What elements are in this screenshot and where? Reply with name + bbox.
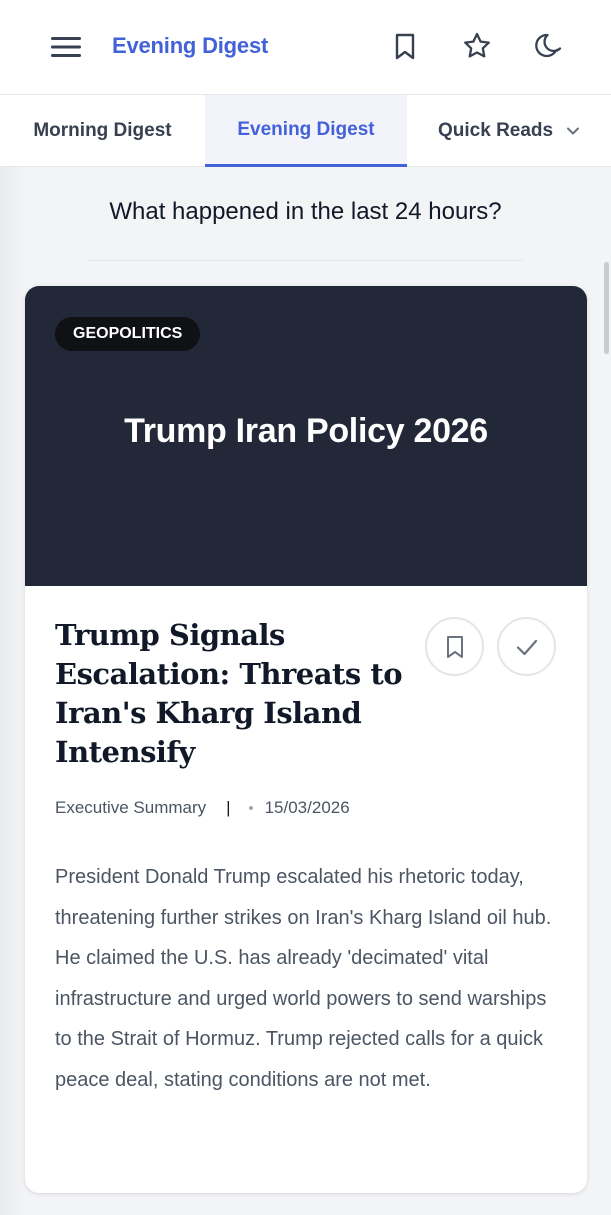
divider xyxy=(88,260,524,261)
tab-label: Quick Reads xyxy=(438,120,554,141)
category-badge: GEOPOLITICS xyxy=(55,317,201,351)
article-headline[interactable]: Trump Signals Escalation: Threats to Ira… xyxy=(55,616,405,772)
summary-label: Executive Summary xyxy=(55,798,207,817)
bookmark-article-button[interactable] xyxy=(425,617,484,676)
article-meta: Executive Summary | 15/03/2026 xyxy=(55,798,350,818)
tab-label: Morning Digest xyxy=(33,120,172,141)
chevron-down-icon xyxy=(567,127,580,135)
moon-icon[interactable] xyxy=(534,31,564,61)
hero-title: Trump Iran Policy 2026 xyxy=(124,412,488,450)
app-header: Evening Digest xyxy=(0,0,611,95)
app-title[interactable]: Evening Digest xyxy=(112,33,268,59)
tab-label: Evening Digest xyxy=(237,118,375,140)
bookmark-icon xyxy=(446,635,463,658)
star-icon[interactable] xyxy=(462,31,492,61)
bookmark-icon[interactable] xyxy=(390,31,420,61)
article-date: 15/03/2026 xyxy=(264,798,350,817)
digest-tabs: Morning Digest Evening Digest Quick Read… xyxy=(0,95,611,167)
meta-separator: | xyxy=(226,798,231,817)
article-body: President Donald Trump escalated his rhe… xyxy=(55,866,552,1091)
tab-morning-digest[interactable]: Morning Digest xyxy=(0,95,205,167)
menu-icon[interactable] xyxy=(50,34,82,60)
check-icon xyxy=(516,639,537,655)
scrollbar[interactable] xyxy=(604,262,609,354)
left-edge-shade xyxy=(0,0,24,1215)
dot-icon xyxy=(248,806,253,810)
mark-read-button[interactable] xyxy=(497,617,556,676)
tab-quick-reads[interactable]: Quick Reads xyxy=(407,95,611,167)
section-question: What happened in the last 24 hours? xyxy=(109,198,502,225)
article-hero: GEOPOLITICS Trump Iran Policy 2026 xyxy=(25,286,587,586)
tab-evening-digest[interactable]: Evening Digest xyxy=(205,95,407,167)
article-card[interactable]: GEOPOLITICS Trump Iran Policy 2026 Trump… xyxy=(25,286,587,1193)
